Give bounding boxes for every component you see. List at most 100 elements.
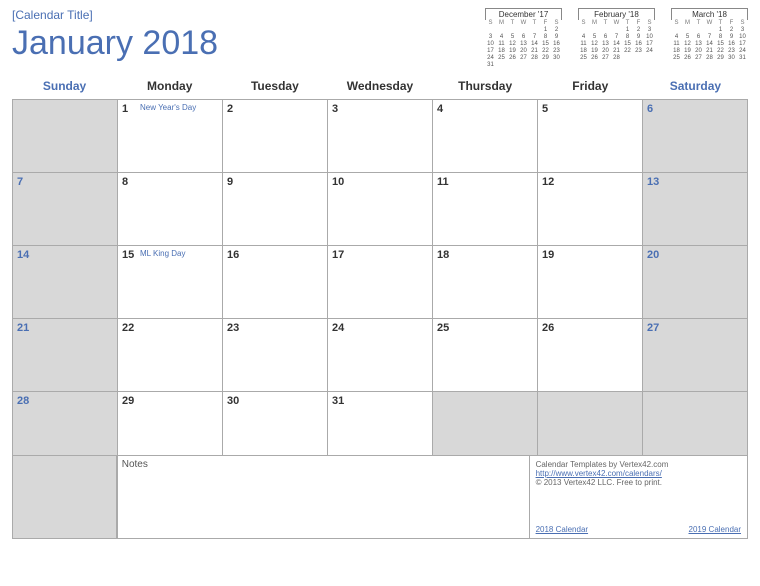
- calendar-cell: 8: [118, 173, 223, 245]
- calendar-cell: 24: [328, 319, 433, 391]
- day-number: 16: [227, 249, 239, 261]
- calendar-cell: 2: [223, 100, 328, 172]
- day-number: 4: [437, 103, 443, 115]
- day-headers: SundayMondayTuesdayWednesdayThursdayFrid…: [12, 75, 748, 100]
- credits-area: Calendar Templates by Vertex42.com http:…: [530, 456, 748, 538]
- day-number: 18: [437, 249, 449, 261]
- calendar-cell: 18: [433, 246, 538, 318]
- calendar-subtitle: [Calendar Title]: [12, 8, 218, 22]
- mini-calendar-title: February '18: [578, 8, 655, 20]
- day-number: 25: [437, 322, 449, 334]
- day-number: 14: [17, 249, 29, 261]
- day-number: 29: [122, 395, 134, 407]
- day-number: 19: [542, 249, 554, 261]
- calendar-cell: [433, 392, 538, 455]
- calendar-cell: 10: [328, 173, 433, 245]
- calendar-cell: 25: [433, 319, 538, 391]
- day-number: 11: [437, 176, 449, 188]
- calendar-cell: 17: [328, 246, 433, 318]
- day-number: 17: [332, 249, 344, 261]
- calendar-cell: 12: [538, 173, 643, 245]
- calendar-cell: 1 New Year's Day: [118, 100, 223, 172]
- calendar-cell: 7: [12, 173, 118, 245]
- credits-copyright: © 2013 Vertex42 LLC. Free to print.: [536, 478, 741, 487]
- footer-blank-cell: [12, 456, 117, 538]
- calendar-cell: 6: [643, 100, 748, 172]
- calendar-cell: [538, 392, 643, 455]
- day-number: 8: [122, 176, 128, 188]
- calendar-cell: 16: [223, 246, 328, 318]
- day-number: 5: [542, 103, 548, 115]
- day-header: Thursday: [433, 75, 538, 99]
- credits-link-url[interactable]: http://www.vertex42.com/calendars/: [536, 469, 662, 478]
- day-number: 31: [332, 395, 344, 407]
- calendar-row: 28 29 30 31: [12, 392, 748, 456]
- day-header: Tuesday: [222, 75, 327, 99]
- day-header: Monday: [117, 75, 222, 99]
- mini-calendar: December '17SMTWTFS123456789101112131415…: [485, 8, 562, 69]
- notes-area: Notes: [117, 456, 530, 538]
- mini-calendars: December '17SMTWTFS123456789101112131415…: [485, 8, 748, 69]
- calendar-cell: 3: [328, 100, 433, 172]
- calendar-cell: 27: [643, 319, 748, 391]
- calendar-row: 1 New Year's Day 2 3 4 5 6: [12, 100, 748, 173]
- calendar-title: January 2018: [12, 24, 218, 63]
- day-number: 9: [227, 176, 233, 188]
- calendar-cell: [12, 100, 118, 172]
- calendar-cell: 14: [12, 246, 118, 318]
- day-number: 2: [227, 103, 233, 115]
- day-number: 10: [332, 176, 344, 188]
- calendar-cell: 23: [223, 319, 328, 391]
- link-2018-calendar[interactable]: 2018 Calendar: [536, 525, 588, 534]
- day-header: Sunday: [12, 75, 117, 99]
- calendar-cell: 22: [118, 319, 223, 391]
- day-number: 28: [17, 395, 29, 407]
- day-number: 20: [647, 249, 659, 261]
- day-number: 15: [122, 249, 134, 261]
- day-header: Wednesday: [327, 75, 432, 99]
- day-number: 23: [227, 322, 239, 334]
- credits-line1: Calendar Templates by Vertex42.com: [536, 460, 741, 469]
- calendar-cell: 31: [328, 392, 433, 455]
- day-number: 13: [647, 176, 659, 188]
- calendar-cell: 28: [12, 392, 118, 455]
- day-number: 27: [647, 322, 659, 334]
- mini-calendar-title: March '18: [671, 8, 748, 20]
- footer-row: Notes Calendar Templates by Vertex42.com…: [12, 456, 748, 539]
- calendar-cell: 26: [538, 319, 643, 391]
- mini-calendar-title: December '17: [485, 8, 562, 20]
- calendar-cell: 19: [538, 246, 643, 318]
- calendar-cell: 29: [118, 392, 223, 455]
- calendar-cell: 30: [223, 392, 328, 455]
- day-header: Friday: [538, 75, 643, 99]
- day-number: 30: [227, 395, 239, 407]
- day-number: 7: [17, 176, 23, 188]
- calendar-cell: [643, 392, 748, 455]
- day-header: Saturday: [643, 75, 748, 99]
- mini-calendar: February '18SMTWTFS123456789101112131415…: [578, 8, 655, 69]
- calendar-cell: 11: [433, 173, 538, 245]
- calendar-cell: 9: [223, 173, 328, 245]
- day-number: 1: [122, 103, 128, 115]
- notes-label: Notes: [122, 459, 148, 470]
- day-number: 24: [332, 322, 344, 334]
- calendar-grid: 1New Year's Day23456789101112131415ML Ki…: [12, 100, 748, 456]
- calendar-cell: 21: [12, 319, 118, 391]
- day-event: ML King Day: [140, 249, 186, 258]
- day-number: 26: [542, 322, 554, 334]
- day-number: 12: [542, 176, 554, 188]
- day-number: 3: [332, 103, 338, 115]
- calendar-cell: 13: [643, 173, 748, 245]
- calendar-cell: 5: [538, 100, 643, 172]
- day-number: 21: [17, 322, 29, 334]
- day-event: New Year's Day: [140, 103, 196, 112]
- mini-calendar: March '18SMTWTFS123456789101112131415161…: [671, 8, 748, 69]
- calendar-cell: 4: [433, 100, 538, 172]
- calendar-row: 21 22 23 24 25 26 27: [12, 319, 748, 392]
- day-number: 6: [647, 103, 653, 115]
- link-2019-calendar[interactable]: 2019 Calendar: [689, 525, 741, 534]
- calendar-cell: 15 ML King Day: [118, 246, 223, 318]
- day-number: 22: [122, 322, 134, 334]
- calendar-cell: 20: [643, 246, 748, 318]
- calendar-row: 14 15 ML King Day 16 17 18 19 20: [12, 246, 748, 319]
